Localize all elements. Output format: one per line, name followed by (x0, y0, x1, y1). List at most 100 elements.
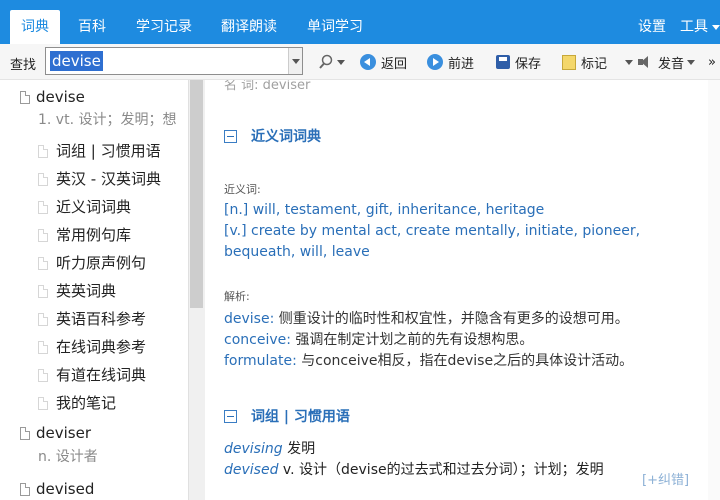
pos-tag: [v.] (224, 223, 247, 239)
search-button[interactable] (318, 52, 345, 72)
tab-word-study[interactable]: 单词学习 (296, 10, 374, 44)
section-phrases-header[interactable]: 词组 | 习惯用语 (224, 406, 350, 426)
document-icon (20, 91, 30, 104)
phrase-row: devising 发明 (224, 438, 315, 458)
analysis-word[interactable]: conceive: (224, 332, 291, 348)
sidebar-item-online-ref[interactable]: 在线词典参考 (38, 336, 146, 357)
sidebar-item-label: 常用例句库 (56, 226, 132, 244)
analysis-row: conceive: 强调在制定计划之前的先有设想构思。 (224, 329, 533, 349)
sidebar-item-synonyms[interactable]: 近义词词典 (38, 196, 131, 217)
analysis-word[interactable]: devise: (224, 311, 274, 327)
search-history-dropdown[interactable] (288, 48, 302, 74)
analysis-label: 解析: (224, 290, 250, 303)
sidebar-item-label: 英语百科参考 (56, 310, 147, 328)
search-icon (319, 54, 333, 69)
document-icon (38, 369, 48, 382)
word-entry-devise[interactable]: devise (20, 88, 85, 106)
analysis-word[interactable]: formulate: (224, 353, 297, 369)
tab-encyclopedia[interactable]: 百科 (67, 10, 117, 44)
forward-button[interactable]: 前进 (427, 52, 474, 72)
mark-button[interactable]: 标记 (562, 52, 607, 72)
sidebar-item-examples[interactable]: 常用例句库 (38, 224, 131, 245)
note-icon (562, 54, 576, 70)
phrase-row: devised v. 设计（devise的过去式和过去分词）；计划；发明 (224, 459, 604, 479)
mark-dropdown[interactable] (622, 52, 633, 72)
entry-gloss: 1. vt. 设计；发明；想 (38, 112, 177, 128)
cutoff-noun-line: 名 词: deviser (224, 80, 311, 93)
mark-label: 标记 (581, 56, 608, 72)
search-box[interactable]: devise (45, 47, 303, 75)
tools-label: 工具 (680, 19, 708, 35)
collapse-icon[interactable] (224, 409, 237, 423)
right-scrollbar[interactable] (708, 80, 720, 500)
settings-button[interactable]: 设置 (638, 10, 666, 44)
left-scrollbar-thumb[interactable] (190, 80, 203, 308)
sidebar-item-en-en-dict[interactable]: 英英词典 (38, 280, 116, 301)
document-icon (38, 341, 48, 354)
word-entry-deviser[interactable]: deviser (20, 424, 91, 442)
synonym-list[interactable]: will, testament, gift, inheritance, heri… (248, 202, 545, 218)
entry-word: devise (36, 88, 85, 106)
word-list-panel: devise 1. vt. 设计；发明；想 词组 | 习惯用语 英汉 - 汉英词… (0, 80, 205, 500)
analysis-text: 强调在制定计划之前的先有设想构思。 (290, 332, 534, 348)
tab-learning-record[interactable]: 学习记录 (125, 10, 203, 44)
forward-label: 前进 (448, 56, 475, 72)
sidebar-item-youdao-online[interactable]: 有道在线词典 (38, 364, 146, 385)
sidebar-item-audio-examples[interactable]: 听力原声例句 (38, 252, 146, 273)
analysis-row: devise: 侧重设计的临时性和权宜性，并隐含有更多的设想可用。 (224, 308, 629, 328)
sidebar-item-label: 词组 | 习惯用语 (56, 142, 161, 160)
find-label: 查找 (10, 58, 37, 73)
sidebar-item-my-notes[interactable]: 我的笔记 (38, 392, 116, 413)
verb-synonyms: [v.] create by mental act, create mental… (224, 223, 640, 239)
document-icon (38, 201, 48, 214)
sidebar-item-label: 近义词词典 (56, 198, 132, 216)
chevron-down-icon (337, 59, 345, 65)
definition-panel: 名 词: deviser 近义词词典 近义词: [n.] will, testa… (206, 80, 720, 500)
tab-dictionary[interactable]: 词典 (10, 10, 60, 44)
document-icon (38, 145, 48, 158)
document-icon (38, 229, 48, 242)
phrase-word[interactable]: devising (224, 441, 283, 457)
forward-arrow-icon (427, 54, 443, 70)
section-title: 词组 | 习惯用语 (251, 409, 350, 425)
section-title: 近义词词典 (251, 129, 321, 145)
document-icon (38, 257, 48, 270)
search-input[interactable]: devise (50, 51, 103, 71)
sidebar-item-encyclopedia[interactable]: 英语百科参考 (38, 308, 146, 329)
phrase-word[interactable]: devised (224, 462, 278, 478)
section-synonyms-header[interactable]: 近义词词典 (224, 126, 321, 146)
verb-synonyms-cont[interactable]: bequeath, will, leave (224, 244, 370, 260)
floppy-disk-icon (496, 55, 510, 69)
collapse-icon[interactable] (224, 129, 237, 143)
noun-synonyms: [n.] will, testament, gift, inheritance,… (224, 202, 544, 218)
word-entry-devised[interactable]: devised (20, 480, 94, 498)
save-button[interactable]: 保存 (496, 52, 541, 72)
tools-button[interactable]: 工具 (680, 10, 720, 44)
synonym-list[interactable]: create by mental act, create mentally, i… (247, 223, 640, 239)
pos-tag: [n.] (224, 202, 249, 218)
analysis-text: 侧重设计的临时性和权宜性，并隐含有更多的设想可用。 (274, 311, 629, 327)
speaker-icon (638, 55, 654, 69)
entry-gloss: n. 设计者 (38, 449, 98, 465)
sidebar-item-phrases[interactable]: 词组 | 习惯用语 (38, 140, 161, 161)
document-icon (20, 483, 30, 496)
tab-translate-read[interactable]: 翻译朗读 (210, 10, 288, 44)
top-tab-bar: 词典 百科 学习记录 翻译朗读 单词学习 设置 工具 (0, 0, 720, 44)
back-label: 返回 (381, 56, 408, 72)
report-error-link[interactable]: [+纠错] (642, 469, 689, 488)
entry-word: deviser (36, 424, 92, 442)
analysis-row: formulate: 与conceive相反，指在devise之后的具体设计活动… (224, 350, 633, 370)
back-button[interactable]: 返回 (360, 52, 407, 72)
sidebar-item-label: 英英词典 (56, 282, 117, 300)
toolbar-more-button[interactable]: » (708, 52, 716, 72)
sidebar-item-label: 在线词典参考 (56, 338, 147, 356)
sidebar-item-en-zh-dict[interactable]: 英汉 - 汉英词典 (38, 168, 161, 189)
entry-word: devised (36, 480, 95, 498)
document-icon (20, 427, 30, 440)
sidebar-item-label: 听力原声例句 (56, 254, 147, 272)
speak-button[interactable]: 发音 (638, 52, 696, 72)
search-toolbar: 查找 devise 返回 前进 保存 标记 发音 » (0, 44, 720, 80)
analysis-text: 与conceive相反，指在devise之后的具体设计活动。 (296, 353, 634, 369)
chevron-down-icon (625, 59, 633, 65)
sidebar-item-label: 英汉 - 汉英词典 (56, 170, 161, 188)
